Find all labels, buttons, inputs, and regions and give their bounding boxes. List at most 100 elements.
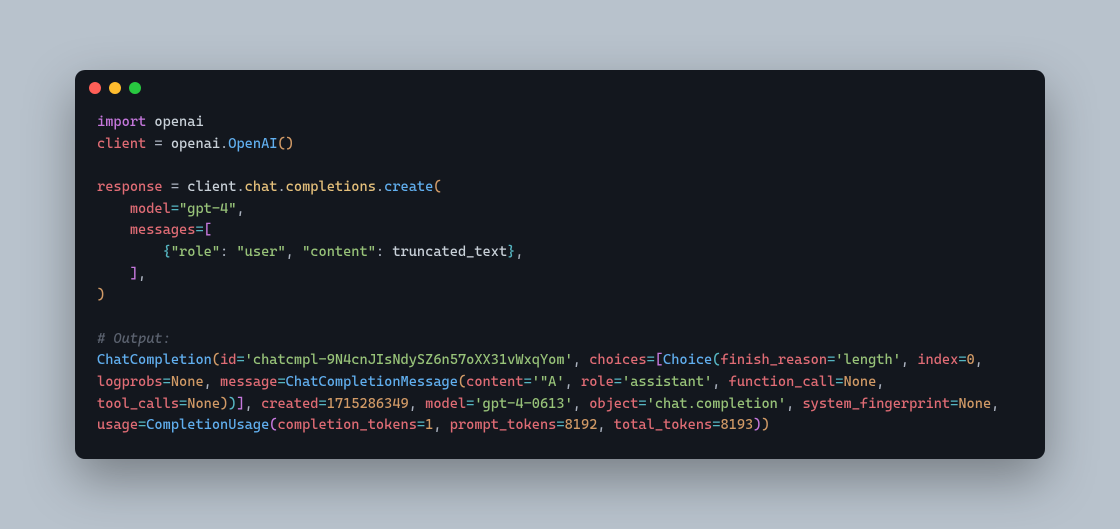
val-tt: 8193	[720, 417, 753, 433]
comma: ,	[901, 352, 917, 368]
field-usage: usage	[97, 417, 138, 433]
module-openai: openai	[171, 136, 220, 152]
val-created: 1715286349	[327, 396, 409, 412]
field-completion-tokens: completion_tokens	[277, 417, 416, 433]
comma: ,	[565, 374, 581, 390]
field-role: role	[581, 374, 614, 390]
paren-close: )	[97, 287, 105, 303]
call-create: create	[384, 179, 433, 195]
field-model: model	[425, 396, 466, 412]
op-eq: =	[171, 201, 179, 217]
close-icon[interactable]	[89, 82, 101, 94]
val-none: None	[171, 374, 204, 390]
comma: ,	[433, 417, 449, 433]
paren-close: )	[761, 417, 769, 433]
code-block: import openai client = openai. OpenAI () r…	[75, 106, 1045, 459]
bracket-open: [	[655, 352, 663, 368]
comma: ,	[573, 396, 589, 412]
comma: ,	[573, 352, 589, 368]
paren-open: (	[458, 374, 466, 390]
op-eq: =	[138, 417, 146, 433]
kwarg-messages: messages	[130, 222, 196, 238]
field-index: index	[917, 352, 958, 368]
field-object: object	[589, 396, 638, 412]
type-choice: Choice	[663, 352, 712, 368]
comma: ,	[712, 374, 728, 390]
field-message: message	[220, 374, 277, 390]
val-model: 'gpt-4-0613'	[474, 396, 572, 412]
var-response: response	[97, 179, 163, 195]
field-function-call: function_call	[729, 374, 836, 390]
val-index: 0	[967, 352, 975, 368]
op-eq: =	[318, 396, 326, 412]
brace-open: {	[163, 244, 171, 260]
colon: :	[376, 244, 392, 260]
op-eq: =	[614, 374, 622, 390]
field-choices: choices	[589, 352, 646, 368]
field-created: created	[261, 396, 318, 412]
minimize-icon[interactable]	[109, 82, 121, 94]
op-eq: =	[638, 396, 646, 412]
op-eq: =	[524, 374, 532, 390]
comma: ,	[515, 244, 523, 260]
comma: ,	[876, 374, 892, 390]
bracket-close: ]	[236, 396, 244, 412]
module-openai: openai	[146, 114, 203, 130]
comma: ,	[236, 201, 244, 217]
comma: ,	[597, 417, 613, 433]
comma: ,	[409, 396, 425, 412]
zoom-icon[interactable]	[129, 82, 141, 94]
attr-completions: completions	[286, 179, 376, 195]
dot: .	[376, 179, 384, 195]
op-eq: =	[163, 179, 188, 195]
comma: ,	[991, 396, 1007, 412]
val-finish: 'length'	[835, 352, 901, 368]
paren-open: (	[212, 352, 220, 368]
bracket-open: [	[204, 222, 212, 238]
window-titlebar	[75, 70, 1045, 106]
code-window: import openai client = openai. OpenAI () r…	[75, 70, 1045, 459]
str-model: "gpt-4"	[179, 201, 236, 217]
val-pt: 8192	[565, 417, 598, 433]
dot: .	[236, 179, 244, 195]
op-eq: =	[195, 222, 203, 238]
field-prompt-tokens: prompt_tokens	[450, 417, 557, 433]
op-eq: =	[277, 374, 285, 390]
field-logprobs: logprobs	[97, 374, 163, 390]
comma: ,	[786, 396, 802, 412]
op-eq: =	[163, 374, 171, 390]
field-tool-calls: tool_calls	[97, 396, 179, 412]
val-user: "user"	[236, 244, 285, 260]
var-truncated-text: truncated_text	[392, 244, 507, 260]
comma: ,	[286, 244, 302, 260]
field-total-tokens: total_tokens	[614, 417, 712, 433]
field-finish-reason: finish_reason	[720, 352, 827, 368]
val-object: 'chat.completion'	[647, 396, 786, 412]
op-eq: =	[179, 396, 187, 412]
var-client: client	[97, 136, 146, 152]
val-id: 'chatcmpl-9N4cnJIsNdySZ6n57oXX31vWxqYom'	[245, 352, 573, 368]
op-eq: =	[146, 136, 171, 152]
op-eq: =	[556, 417, 564, 433]
comment-output: # Output:	[97, 331, 171, 347]
ref-client: client	[187, 179, 236, 195]
indent	[97, 222, 130, 238]
comma: ,	[245, 396, 261, 412]
call-openai: OpenAI	[228, 136, 277, 152]
kwarg-model: model	[130, 201, 171, 217]
colon: :	[220, 244, 236, 260]
attr-chat: chat	[245, 179, 278, 195]
op-eq: =	[958, 352, 966, 368]
type-chatcompletion: ChatCompletion	[97, 352, 212, 368]
op-eq: =	[647, 352, 655, 368]
val-role: 'assistant'	[622, 374, 712, 390]
type-completionusage: CompletionUsage	[146, 417, 269, 433]
keyword-import: import	[97, 114, 146, 130]
op-eq: =	[417, 417, 425, 433]
type-ccm: ChatCompletionMessage	[286, 374, 458, 390]
val-none: None	[843, 374, 876, 390]
dot: .	[277, 179, 285, 195]
field-id: id	[220, 352, 236, 368]
comma: ,	[204, 374, 220, 390]
val-none: None	[187, 396, 220, 412]
